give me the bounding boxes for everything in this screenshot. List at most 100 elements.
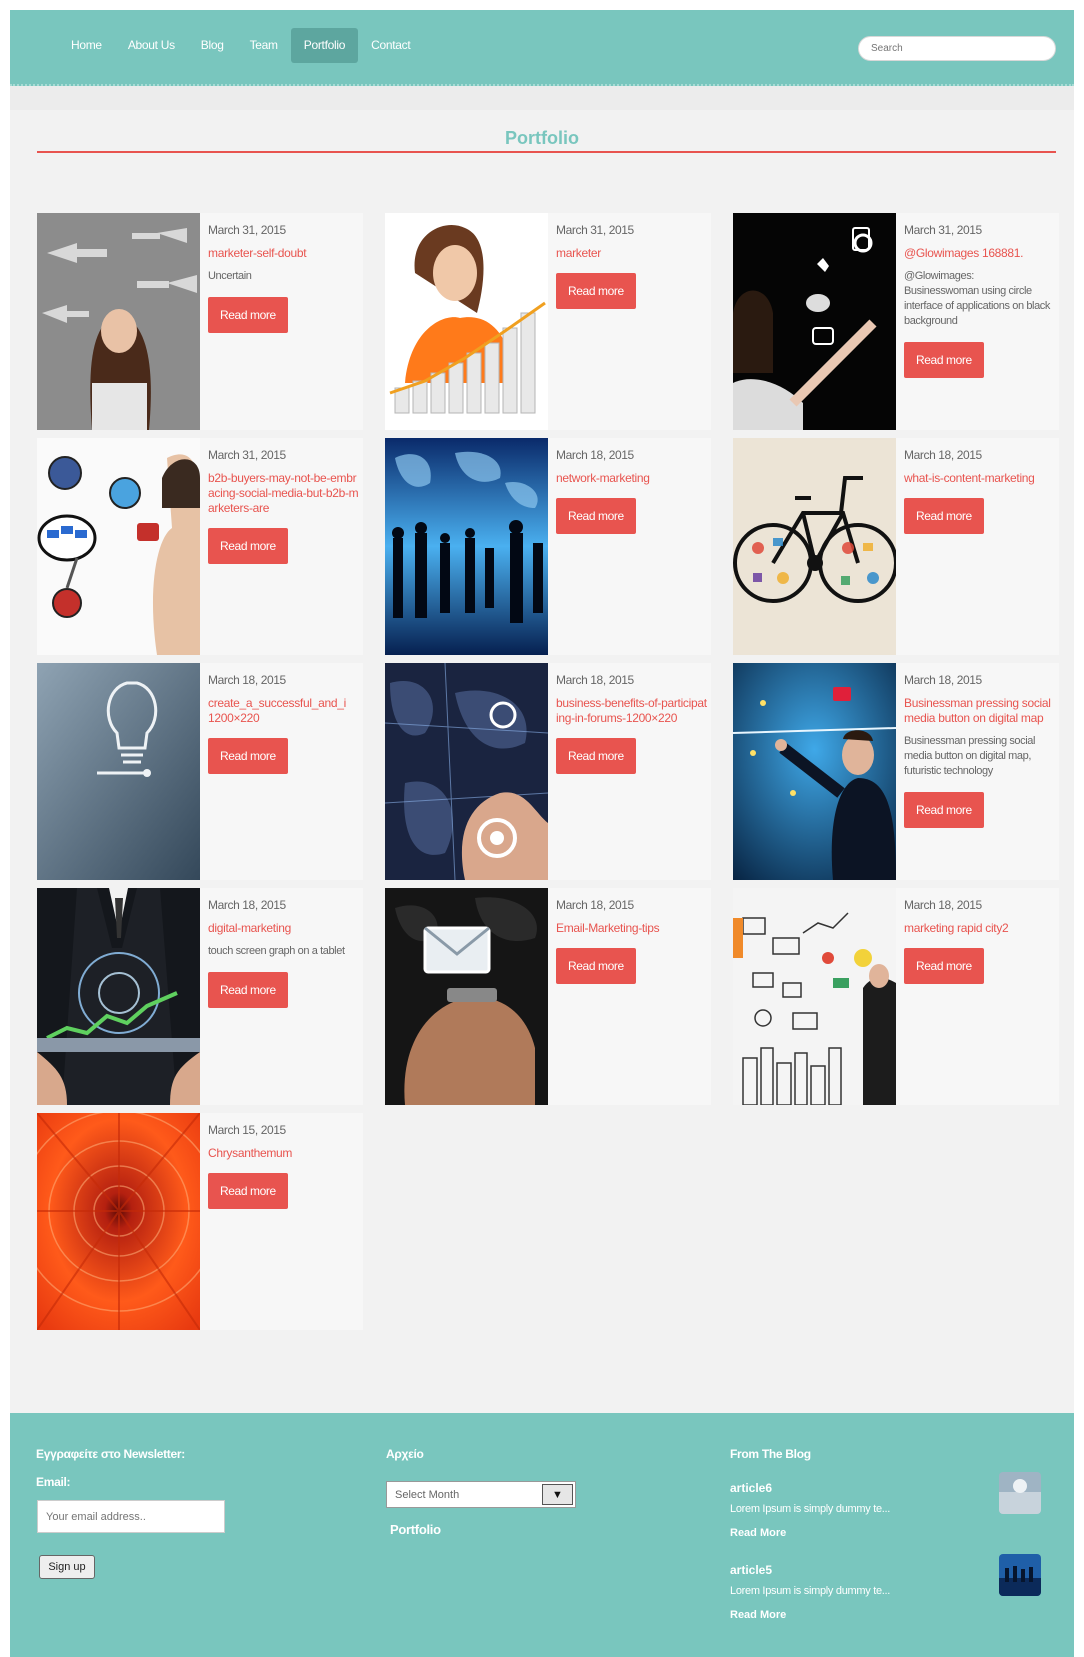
nav-contact[interactable]: Contact	[358, 28, 423, 63]
post-title-link[interactable]: marketer	[556, 246, 708, 261]
read-more-button[interactable]: Read more	[556, 273, 636, 309]
post-title-link[interactable]: Chrysanthemum	[208, 1146, 360, 1161]
portfolio-card: March 31, 2015 b2b-buyers-may-not-be-embr…	[37, 438, 363, 655]
portfolio-card: March 18, 2015 Email-Marketing-tips Read m…	[385, 888, 711, 1105]
header-band	[10, 86, 1074, 110]
read-more-button[interactable]: Read more	[208, 297, 288, 333]
footer: Εγγραφείτε στο Newsletter: Email: Sign u…	[10, 1413, 1074, 1657]
post-date: March 18, 2015	[904, 673, 982, 687]
blog-post-excerpt: Lorem Ipsum is simply dummy te...	[730, 1585, 891, 1597]
portfolio-card: March 18, 2015 Businessman pressing socia…	[733, 663, 1059, 880]
nav-blog[interactable]: Blog	[188, 28, 237, 63]
month-select[interactable]: Select Month ▼	[386, 1481, 576, 1508]
portfolio-thumbnail[interactable]	[37, 438, 200, 655]
post-title-link[interactable]: network-marketing	[556, 471, 708, 486]
top-navigation-bar: Home About Us Blog Team Portfolio Contact	[10, 10, 1074, 86]
post-date: March 18, 2015	[556, 673, 634, 687]
post-date: March 18, 2015	[904, 898, 982, 912]
portfolio-thumbnail[interactable]	[37, 663, 200, 880]
title-divider	[37, 151, 1056, 153]
post-excerpt: Businessman pressing social media button…	[904, 735, 1036, 777]
blog-heading: From The Blog	[730, 1447, 811, 1461]
portfolio-card: March 15, 2015 Chrysanthemum Read more	[37, 1113, 363, 1330]
portfolio-thumbnail[interactable]	[733, 213, 896, 430]
post-date: March 15, 2015	[208, 1123, 286, 1137]
post-title-link[interactable]: digital-marketing	[208, 921, 360, 936]
post-title-link[interactable]: create_a_successful_and_i 1200×220	[208, 696, 360, 726]
portfolio-card: March 18, 2015 digital-marketing touch scr…	[37, 888, 363, 1105]
post-excerpt: Uncertain	[208, 270, 252, 282]
read-more-button[interactable]: Read more	[904, 792, 984, 828]
blog-read-more-link[interactable]: Read More	[730, 1527, 890, 1539]
portfolio-thumbnail[interactable]	[37, 1113, 200, 1330]
blog-post-thumbnail[interactable]	[999, 1472, 1041, 1514]
post-date: March 31, 2015	[904, 223, 982, 237]
post-date: March 18, 2015	[208, 898, 286, 912]
chevron-down-icon[interactable]: ▼	[542, 1484, 573, 1505]
nav-about-us[interactable]: About Us	[115, 28, 188, 63]
post-excerpt: @Glowimages: Businesswoman using circle …	[904, 270, 1050, 327]
portfolio-card: March 18, 2015 business-benefits-of-parti…	[385, 663, 711, 880]
blog-read-more-link[interactable]: Read More	[730, 1609, 890, 1621]
month-select-value: Select Month	[395, 1489, 460, 1501]
portfolio-thumbnail[interactable]	[37, 888, 200, 1105]
portfolio-thumbnail[interactable]	[733, 663, 896, 880]
portfolio-card: March 18, 2015 what-is-content-marketing R…	[733, 438, 1059, 655]
post-title-link[interactable]: Email-Marketing-tips	[556, 921, 708, 936]
portfolio-card: March 18, 2015 create_a_successful_and_i …	[37, 663, 363, 880]
portfolio-card: March 18, 2015 marketing rapid city2 Read …	[733, 888, 1059, 1105]
category-link-portfolio[interactable]: Portfolio	[390, 1522, 441, 1537]
portfolio-thumbnail[interactable]	[733, 438, 896, 655]
blog-post-thumbnail[interactable]	[999, 1554, 1041, 1596]
read-more-button[interactable]: Read more	[556, 738, 636, 774]
portfolio-thumbnail[interactable]	[733, 888, 896, 1105]
post-date: March 31, 2015	[208, 223, 286, 237]
post-title-link[interactable]: business-benefits-of-participating-in-fo…	[556, 696, 708, 726]
portfolio-card: March 31, 2015 @Glowimages 168881. @Glowim…	[733, 213, 1059, 430]
post-title-link[interactable]: marketer-self-doubt	[208, 246, 360, 261]
portfolio-thumbnail[interactable]	[37, 213, 200, 430]
post-title-link[interactable]: what-is-content-marketing	[904, 471, 1056, 486]
main-nav: Home About Us Blog Team Portfolio Contact	[58, 28, 423, 63]
nav-portfolio[interactable]: Portfolio	[290, 28, 359, 63]
read-more-button[interactable]: Read more	[904, 948, 984, 984]
nav-home[interactable]: Home	[58, 28, 115, 63]
portfolio-card: March 31, 2015 marketer-self-doubt Uncerta…	[37, 213, 363, 430]
read-more-button[interactable]: Read more	[556, 948, 636, 984]
post-date: March 31, 2015	[208, 448, 286, 462]
page: HomeAbout UsBlogTeamPortfolioContact Por…	[10, 10, 1074, 1657]
read-more-button[interactable]: Read more	[904, 498, 984, 534]
post-title-link[interactable]: marketing rapid city2	[904, 921, 1056, 936]
nav-team[interactable]: Team	[237, 28, 291, 63]
read-more-button[interactable]: Read more	[904, 342, 984, 378]
portfolio-card: March 31, 2015 marketer Read more	[385, 213, 711, 430]
post-date: March 18, 2015	[556, 448, 634, 462]
portfolio-thumbnail[interactable]	[385, 438, 548, 655]
post-title-link[interactable]: b2b-buyers-may-not-be-embracing-social-m…	[208, 471, 360, 516]
blog-post-excerpt: Lorem Ipsum is simply dummy te...	[730, 1503, 891, 1515]
blog-post-title[interactable]: article6	[730, 1481, 890, 1495]
post-date: March 18, 2015	[208, 673, 286, 687]
page-title: Portfolio	[505, 128, 579, 148]
post-title-link[interactable]: @Glowimages 168881.	[904, 246, 1056, 261]
post-date: March 31, 2015	[556, 223, 634, 237]
post-excerpt: touch screen graph on a tablet	[208, 945, 345, 957]
portfolio-thumbnail[interactable]	[385, 888, 548, 1105]
post-title-link[interactable]: Businessman pressing social media button…	[904, 696, 1056, 726]
signup-button[interactable]: Sign up	[39, 1555, 95, 1579]
newsletter-heading: Εγγραφείτε στο Newsletter:	[36, 1447, 185, 1461]
read-more-button[interactable]: Read more	[208, 1173, 288, 1209]
post-date: March 18, 2015	[904, 448, 982, 462]
portfolio-thumbnail[interactable]	[385, 663, 548, 880]
email-label: Email:	[36, 1475, 71, 1489]
read-more-button[interactable]: Read more	[208, 738, 288, 774]
post-date: March 18, 2015	[556, 898, 634, 912]
search-input[interactable]	[858, 36, 1056, 61]
read-more-button[interactable]: Read more	[208, 972, 288, 1008]
email-field[interactable]	[37, 1500, 225, 1533]
read-more-button[interactable]: Read more	[208, 528, 288, 564]
read-more-button[interactable]: Read more	[556, 498, 636, 534]
portfolio-thumbnail[interactable]	[385, 213, 548, 430]
archive-heading: Αρχείο	[386, 1447, 424, 1461]
blog-post-title[interactable]: article5	[730, 1563, 890, 1577]
